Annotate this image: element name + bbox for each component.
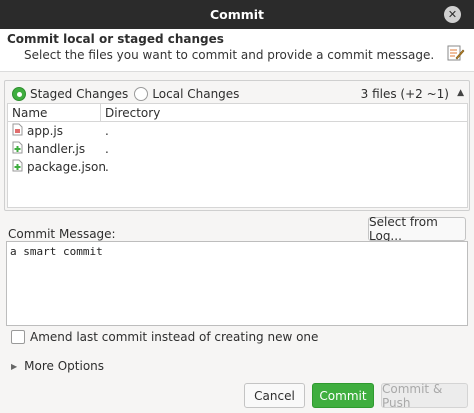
header-description: Select the files you want to commit and … [24,48,435,62]
window-title: Commit [209,7,265,22]
staged-changes-radio[interactable] [12,87,26,101]
name-column-header[interactable]: Name [8,104,101,121]
amend-checkbox[interactable] [11,330,25,344]
commit-message-label: Commit Message: [8,227,116,241]
directory-column-header[interactable]: Directory [101,104,160,121]
amend-label[interactable]: Amend last commit instead of creating ne… [30,330,318,344]
table-row[interactable]: app.js . [8,122,467,140]
amend-option[interactable]: Amend last commit instead of creating ne… [11,330,318,344]
more-options-toggle[interactable]: ▶ More Options [11,359,104,373]
local-changes-label[interactable]: Local Changes [152,87,239,101]
table-header: Name Directory [8,104,467,122]
dialog-header: Commit local or staged changes Select th… [0,29,474,72]
commit-and-push-button[interactable]: Commit & Push [381,382,468,410]
file-directory: . [105,160,109,174]
header-title: Commit local or staged changes [7,32,224,46]
table-row[interactable]: package.json . [8,158,467,176]
close-icon[interactable]: ✕ [444,6,461,23]
files-count: 3 files (+2 ~1) [360,87,449,101]
staged-changes-label[interactable]: Staged Changes [30,87,128,101]
commit-message-input[interactable]: a smart commit [6,241,468,326]
file-name: package.json [27,160,107,174]
more-options-label[interactable]: More Options [24,359,104,373]
file-name: handler.js [27,142,86,156]
added-file-icon [12,141,23,157]
modified-file-icon [12,123,23,139]
file-directory: . [105,124,109,138]
local-changes-radio[interactable] [134,87,149,101]
changes-mode-selector: Staged Changes Local Changes [12,87,245,101]
file-directory: . [105,142,109,156]
collapse-icon[interactable]: ▲ [457,88,464,98]
chevron-right-icon: ▶ [11,361,18,371]
select-from-log-button[interactable]: Select from Log... [368,215,466,243]
commit-button[interactable]: Commit [312,383,374,408]
cancel-button[interactable]: Cancel [244,383,305,408]
file-name: app.js [27,124,63,138]
added-file-icon [12,159,23,175]
table-row[interactable]: handler.js . [8,140,467,158]
files-table: Name Directory app.js . handler.js . pac… [7,103,468,208]
title-bar: Commit ✕ [0,0,474,29]
changes-panel: Staged Changes Local Changes 3 files (+2… [4,80,470,211]
commit-edit-icon [447,44,465,65]
